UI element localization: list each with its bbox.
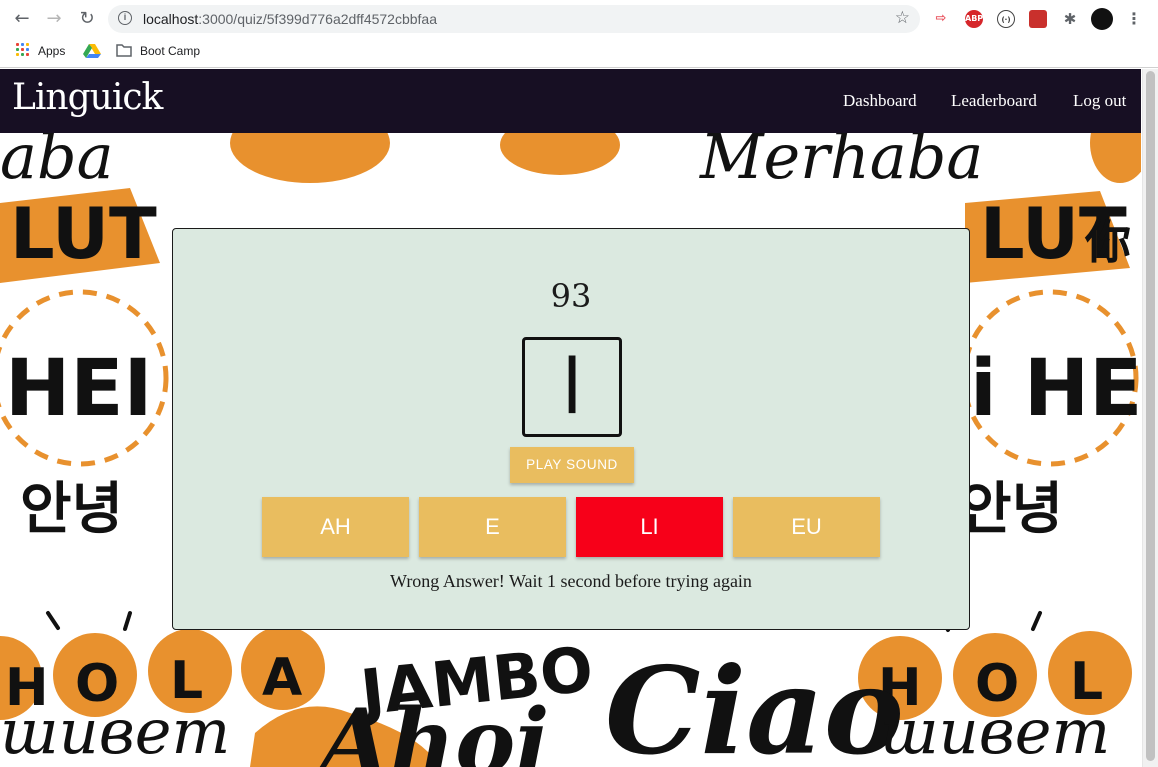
score-counter: 93 bbox=[550, 277, 592, 315]
extension-arrow-icon[interactable]: ⇨ bbox=[932, 10, 950, 28]
nav-link-dashboard[interactable]: Dashboard bbox=[843, 91, 917, 111]
url-text[interactable]: localhost:3000/quiz/5f399d776a2dff4572cb… bbox=[143, 11, 437, 27]
scrollbar[interactable] bbox=[1142, 69, 1158, 767]
answer-button-e[interactable]: E bbox=[419, 497, 566, 557]
svg-text:Ciao: Ciao bbox=[605, 641, 904, 767]
address-bar[interactable]: i localhost:3000/quiz/5f399d776a2dff4572… bbox=[108, 5, 920, 33]
svg-text:aba: aba bbox=[0, 133, 114, 193]
character-glyph: l bbox=[561, 342, 583, 431]
menu-kebab-icon[interactable]: ⋮ bbox=[1125, 10, 1143, 28]
app-navbar: Linguick Dashboard Leaderboard Log out bbox=[0, 69, 1141, 133]
svg-text:A: A bbox=[262, 648, 302, 708]
reload-icon[interactable]: ↻ bbox=[76, 8, 98, 30]
svg-text:LUT: LUT bbox=[10, 193, 157, 275]
extension-code-icon[interactable]: (·) bbox=[997, 10, 1015, 28]
feedback-message: Wrong Answer! Wait 1 second before tryin… bbox=[390, 571, 752, 591]
url-path: :3000/quiz/5f399d776a2dff4572cbbfaa bbox=[198, 11, 438, 27]
svg-text:ɯuвem: ɯuвem bbox=[0, 695, 230, 767]
brand-logo[interactable]: Linguick bbox=[12, 77, 163, 118]
info-icon[interactable]: i bbox=[118, 11, 132, 25]
bookmark-star-icon[interactable]: ☆ bbox=[895, 8, 910, 28]
svg-text:i HEi: i HEi bbox=[970, 344, 1141, 434]
quiz-card: 93 l PLAY SOUND AH E LI EU Wrong Answer!… bbox=[172, 228, 970, 630]
page-viewport: Linguick Dashboard Leaderboard Log out L… bbox=[0, 69, 1158, 767]
svg-text:안녕: 안녕 bbox=[20, 477, 123, 542]
extension-red-icon[interactable] bbox=[1029, 10, 1047, 28]
svg-text:你: 你 bbox=[1084, 215, 1131, 269]
bookmark-boot-camp[interactable]: Boot Camp bbox=[140, 44, 200, 62]
svg-text:Merhaba: Merhaba bbox=[699, 133, 983, 193]
answer-button-li[interactable]: LI bbox=[576, 497, 723, 557]
play-sound-button[interactable]: PLAY SOUND bbox=[510, 447, 634, 483]
browser-toolbar: ← → ↻ i localhost:3000/quiz/5f399d776a2d… bbox=[0, 0, 1158, 38]
drive-icon[interactable] bbox=[83, 43, 101, 59]
answer-button-eu[interactable]: EU bbox=[733, 497, 880, 557]
character-box: l bbox=[522, 337, 622, 437]
svg-text:ɯuвem: ɯuвem bbox=[880, 695, 1110, 767]
back-icon[interactable]: ← bbox=[11, 8, 33, 30]
profile-avatar[interactable] bbox=[1091, 8, 1113, 30]
scrollbar-thumb[interactable] bbox=[1146, 71, 1155, 761]
adblock-icon[interactable]: ABP bbox=[965, 10, 983, 28]
forward-icon[interactable]: → bbox=[43, 8, 65, 30]
bookmark-apps[interactable]: Apps bbox=[38, 44, 65, 62]
svg-text:안녕: 안녕 bbox=[960, 477, 1063, 542]
answer-button-ah[interactable]: AH bbox=[262, 497, 409, 557]
url-host: localhost bbox=[143, 11, 199, 27]
nav-link-leaderboard[interactable]: Leaderboard bbox=[951, 91, 1037, 111]
greetings-background: LUT LUT HEI HE i HEi 안녕 안녕 H O L A H O L… bbox=[0, 133, 1141, 767]
folder-icon bbox=[116, 44, 132, 57]
nav-link-logout[interactable]: Log out bbox=[1073, 91, 1126, 111]
apps-grid-icon[interactable] bbox=[16, 43, 30, 57]
svg-text:Ahoi: Ahoi bbox=[312, 689, 549, 767]
extensions-puzzle-icon[interactable]: ✱ bbox=[1061, 10, 1079, 28]
